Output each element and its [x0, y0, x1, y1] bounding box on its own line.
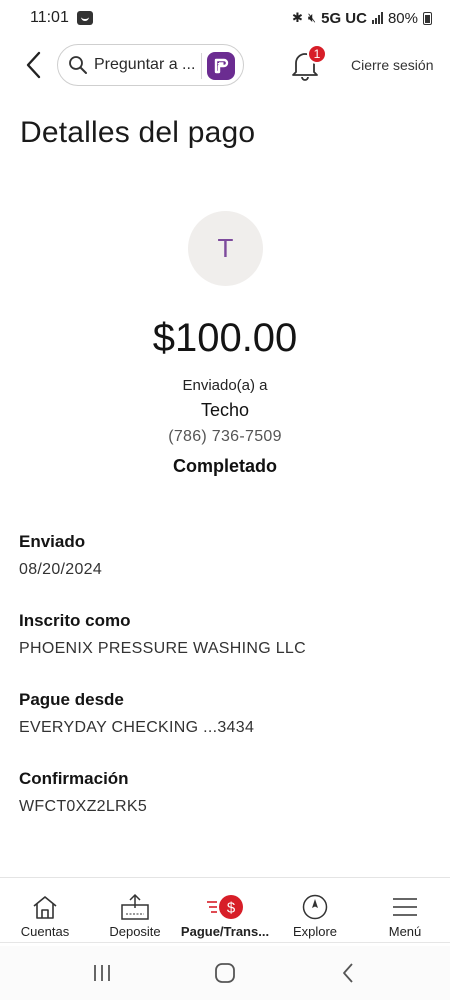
compass-icon [301, 892, 329, 922]
search-assistant-field[interactable]: Preguntar a ... [57, 44, 244, 86]
search-icon [69, 56, 87, 74]
detail-enrolled-as: Inscrito como PHOENIX PRESSURE WASHING L… [19, 611, 306, 658]
detail-value: EVERYDAY CHECKING ...3434 [19, 719, 255, 736]
recent-apps-icon [93, 965, 110, 981]
app-bar: Preguntar a ... Cierre sesión [0, 44, 450, 86]
back-arrow-icon [26, 51, 41, 79]
detail-value: 08/20/2024 [19, 561, 103, 578]
detail-label: Confirmación [19, 769, 129, 788]
sent-to-label: Enviado(a) a [182, 377, 268, 394]
deposit-icon [120, 892, 150, 922]
battery-percent: 80% [387, 9, 418, 27]
signal-icon [371, 12, 383, 24]
nav-label: Cuentas [20, 924, 70, 939]
bottom-nav: Cuentas Deposite $ Pague/Trans... Explor… [0, 877, 450, 943]
system-back-button[interactable] [328, 953, 368, 993]
payment-amount: $100.00 [152, 316, 298, 360]
page-title: Detalles del pago [20, 116, 256, 149]
nav-label: Deposite [109, 924, 161, 939]
detail-value: PHOENIX PRESSURE WASHING LLC [19, 640, 306, 657]
detail-value: WFCT0XZ2LRK5 [19, 798, 148, 815]
assistant-logo-icon[interactable] [207, 52, 235, 80]
system-nav-bar [0, 946, 450, 1000]
home-button[interactable] [205, 953, 245, 993]
home-circle-icon [215, 963, 235, 983]
battery-icon [423, 11, 432, 25]
status-bar: 11:01 ✱ 🔇︎ 5G UC 80% [0, 0, 450, 36]
mute-icon: 🔇︎ [307, 10, 317, 25]
payment-status: Completado [172, 456, 277, 476]
nav-explore[interactable]: Explore [270, 878, 360, 943]
home-icon [31, 892, 59, 922]
nav-deposit[interactable]: Deposite [90, 878, 180, 943]
recipient-avatar: T [188, 211, 263, 286]
detail-label: Inscrito como [19, 611, 131, 630]
svg-text:$: $ [227, 900, 236, 917]
detail-label: Enviado [19, 532, 86, 551]
back-button[interactable] [18, 50, 48, 80]
detail-sent-date: Enviado 08/20/2024 [19, 532, 102, 579]
recipient-name: Techo [200, 400, 250, 420]
nav-label: Explore [292, 924, 338, 939]
status-time: 11:01 [30, 9, 69, 26]
notification-badge: 1 [307, 44, 327, 64]
network-type: 5G UC [321, 9, 367, 27]
nav-label: Pague/Trans... [180, 924, 270, 939]
recipient-phone: (786) 736-7509 [168, 428, 282, 445]
system-back-icon [343, 963, 353, 983]
recent-apps-button[interactable] [82, 953, 122, 993]
pay-transfer-icon: $ [205, 892, 245, 922]
nav-label: Menú [388, 924, 422, 939]
nav-accounts[interactable]: Cuentas [0, 878, 90, 943]
bluetooth-icon: ✱ [292, 10, 303, 25]
signout-link[interactable]: Cierre sesión [351, 57, 433, 73]
nav-menu[interactable]: Menú [360, 878, 450, 943]
menu-icon [391, 892, 419, 922]
notification-app-icon [76, 11, 93, 25]
search-placeholder: Preguntar a ... [94, 56, 196, 73]
search-divider [201, 53, 202, 79]
nav-pay-transfer[interactable]: $ Pague/Trans... [180, 878, 270, 943]
detail-label: Pague desde [19, 690, 124, 709]
detail-pay-from: Pague desde EVERYDAY CHECKING ...3434 [19, 690, 254, 737]
nav-divider [0, 942, 450, 943]
detail-confirmation: Confirmación WFCT0XZ2LRK5 [19, 769, 147, 816]
